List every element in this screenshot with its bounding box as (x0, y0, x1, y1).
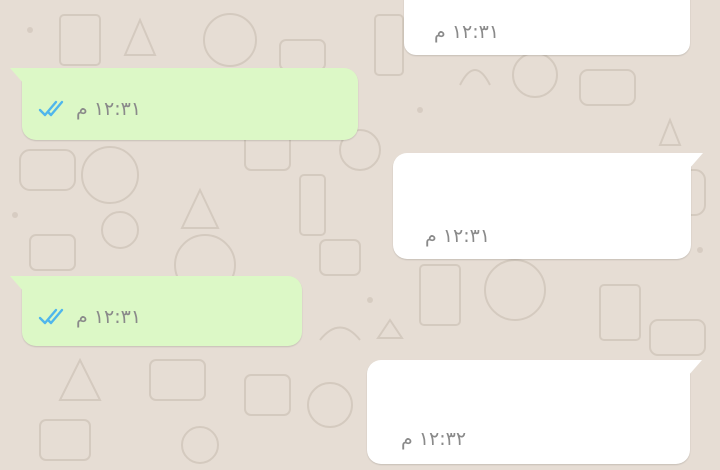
message-meta: ١٢:٣٢ م (401, 428, 466, 450)
message-bubble-incoming[interactable]: ١٢:٣١ م (404, 0, 690, 55)
message-timestamp: ١٢:٣٢ م (401, 428, 467, 450)
message-bubble-outgoing[interactable]: ١٢:٣١ م (10, 68, 358, 140)
double-check-icon (38, 308, 64, 325)
message-bubble-incoming[interactable]: ١٢:٣٢ م (367, 360, 702, 464)
message-bubble-outgoing[interactable]: ١٢:٣١ م (10, 276, 302, 346)
message-bubble-incoming[interactable]: ١٢:٣١ م (393, 153, 703, 259)
message-timestamp: ١٢:٣١ م (434, 21, 500, 43)
message-meta: ١٢:٣١ م (38, 98, 141, 120)
message-timestamp: ١٢:٣١ م (425, 225, 491, 247)
message-meta: ١٢:٣١ م (425, 225, 490, 247)
message-timestamp: ١٢:٣١ م (76, 306, 142, 328)
message-meta: ١٢:٣١ م (38, 306, 141, 328)
message-meta: ١٢:٣١ م (434, 21, 499, 43)
message-timestamp: ١٢:٣١ م (76, 98, 142, 120)
double-check-icon (38, 100, 64, 117)
